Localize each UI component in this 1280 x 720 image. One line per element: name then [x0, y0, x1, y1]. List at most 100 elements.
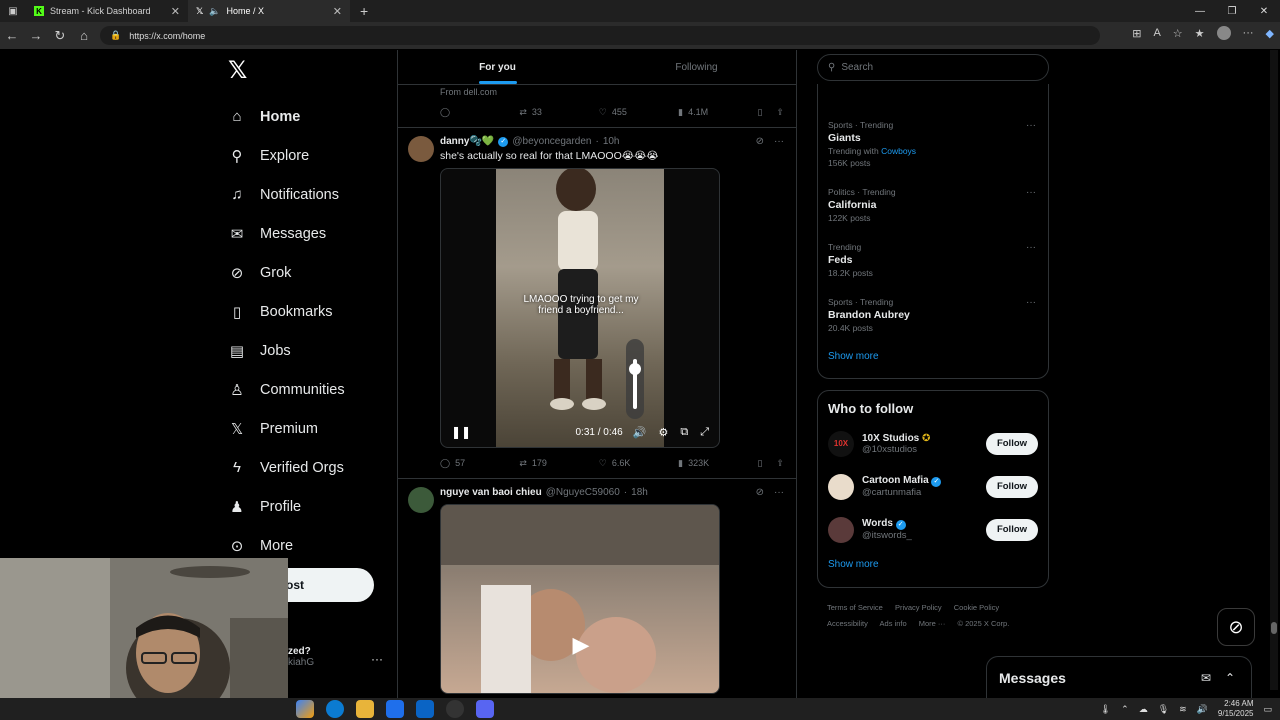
author-name[interactable]: nguye van baoi chieu	[440, 487, 542, 498]
search-box[interactable]: ⚲ Search	[817, 54, 1049, 81]
tab-for-you[interactable]: For you	[398, 50, 597, 84]
avatar[interactable]	[408, 136, 434, 162]
video-player[interactable]: LMAOOO trying to get my friend a boyfrie…	[440, 168, 720, 448]
avatar[interactable]	[408, 487, 434, 513]
nav-home[interactable]: ⌂ Home	[222, 97, 392, 136]
browser-profile-icon[interactable]	[1216, 26, 1231, 40]
nav-notifications[interactable]: ♫ Notifications	[222, 175, 392, 214]
nav-profile[interactable]: ♟ Profile	[222, 487, 392, 526]
copilot-icon[interactable]: ◆	[1266, 27, 1274, 40]
messages-drawer[interactable]: Messages ✉ ⌃	[986, 656, 1252, 698]
video-player[interactable]: ▶	[440, 504, 720, 694]
minimize-icon[interactable]: —	[1184, 0, 1216, 22]
views-button[interactable]: ▮ 323K	[678, 458, 757, 469]
settings-more-icon[interactable]: ···	[1243, 27, 1254, 39]
follow-suggestion[interactable]: Cartoon Mafia ✓ @cartunmafia Follow	[818, 465, 1048, 508]
author-handle[interactable]: @NguyeC59060	[546, 487, 620, 498]
trend-item[interactable]: Trending Feds 18.2K posts ···	[818, 242, 1048, 297]
retweet-button[interactable]: ⇄ 33	[519, 107, 598, 118]
nav-communities[interactable]: ♙ Communities	[222, 370, 392, 409]
play-icon[interactable]: ▶	[566, 630, 596, 660]
volume-slider[interactable]	[626, 339, 644, 419]
wifi-icon[interactable]: ≋	[1179, 704, 1187, 715]
more-icon[interactable]: ···	[1026, 120, 1036, 131]
apps-icon[interactable]: ⊞	[1132, 27, 1141, 40]
tray-chevron-icon[interactable]: ⌃	[1121, 704, 1129, 715]
close-tab-icon[interactable]: ✕	[333, 5, 342, 18]
onedrive-icon[interactable]: ☁	[1139, 704, 1148, 715]
author-handle[interactable]: @beyoncegarden	[512, 136, 591, 147]
account-switcher[interactable]: zed? kiahG	[288, 646, 314, 668]
nav-messages[interactable]: ✉ Messages	[222, 214, 392, 253]
browser-tab-x[interactable]: 𝕏 🔈 Home / X ✕	[188, 0, 350, 22]
scrollbar-thumb[interactable]	[1271, 622, 1277, 634]
like-button[interactable]: ♡ 6.6K	[599, 458, 678, 469]
grok-icon[interactable]: ⊘	[756, 136, 764, 147]
restore-icon[interactable]: ❐	[1216, 0, 1248, 22]
grok-icon[interactable]: ⊘	[756, 487, 764, 498]
expand-icon[interactable]: ⌃	[1225, 671, 1235, 685]
refresh-icon[interactable]: ↻	[48, 28, 72, 44]
reply-button[interactable]: ◯	[440, 107, 519, 118]
read-aloud-icon[interactable]: A	[1153, 27, 1160, 39]
settings-icon[interactable]: ⚙	[658, 426, 668, 439]
tweet[interactable]: nguye van baoi chieu @NguyeC59060 · 18h …	[398, 478, 796, 694]
nav-grok[interactable]: ⊘ Grok	[222, 253, 392, 292]
account-more-icon[interactable]: ···	[371, 652, 383, 666]
trend-item[interactable]: Politics · Trending California 122K post…	[818, 187, 1048, 242]
forward-icon[interactable]: →	[24, 28, 48, 43]
system-clock[interactable]: 2:46 AM 9/15/2025	[1218, 699, 1254, 719]
trend-sub-link[interactable]: Cowboys	[881, 146, 916, 156]
copilot-app-icon[interactable]	[296, 700, 314, 718]
trend-item[interactable]: Sports · Trending Giants Trending with C…	[818, 120, 1048, 187]
tab-actions-icon[interactable]: ▣	[0, 6, 26, 17]
reply-button[interactable]: ◯ 57	[440, 458, 519, 469]
retweet-button[interactable]: ⇄ 179	[519, 458, 598, 469]
avatar[interactable]	[828, 516, 854, 543]
avatar[interactable]: 10X	[828, 430, 854, 457]
browser-tab-kick[interactable]: K Stream - Kick Dashboard ✕	[26, 0, 188, 22]
microphone-icon[interactable]: 🎙	[1158, 704, 1169, 715]
avatar[interactable]	[828, 473, 854, 500]
notifications-icon[interactable]: ▭	[1263, 704, 1272, 715]
more-icon[interactable]: ···	[1026, 297, 1036, 308]
more-icon[interactable]: ···	[774, 136, 784, 147]
nav-bookmarks[interactable]: ▯ Bookmarks	[222, 292, 392, 331]
file-explorer-icon[interactable]	[356, 700, 374, 718]
who-to-follow-show-more-link[interactable]: Show more	[818, 559, 1048, 570]
grok-fab-button[interactable]: ⊘	[1217, 608, 1255, 646]
nav-verified-orgs[interactable]: ϟ Verified Orgs	[222, 448, 392, 487]
volume-icon[interactable]: 🔊	[1197, 704, 1208, 715]
footer-link[interactable]: Cookie Policy	[954, 603, 999, 612]
share-icon[interactable]: ⇪	[776, 458, 784, 469]
pip-icon[interactable]: ⧉	[680, 426, 688, 439]
footer-link[interactable]: More ···	[919, 619, 946, 628]
nav-jobs[interactable]: ▤ Jobs	[222, 331, 392, 370]
bookmark-icon[interactable]: ▯	[758, 458, 763, 469]
follow-button[interactable]: Follow	[986, 432, 1038, 455]
nav-explore[interactable]: ⚲ Explore	[222, 136, 392, 175]
temperature-icon[interactable]: 🌡	[1100, 704, 1111, 715]
follow-suggestion[interactable]: 10X 10X Studios ✪ @10xstudios Follow	[818, 422, 1048, 465]
favorites-list-icon[interactable]: ★	[1195, 27, 1205, 40]
pause-icon[interactable]: ❚❚	[451, 425, 471, 439]
footer-link[interactable]: Accessibility	[827, 619, 868, 628]
share-icon[interactable]: ⇪	[776, 107, 784, 118]
trend-item[interactable]: Sports · Trending Brandon Aubrey 20.4K p…	[818, 297, 1048, 347]
nav-premium[interactable]: 𝕏 Premium	[222, 409, 392, 448]
outlook-app-icon[interactable]	[416, 700, 434, 718]
follow-button[interactable]: Follow	[986, 475, 1038, 498]
tweet-time[interactable]: 18h	[631, 487, 648, 498]
close-tab-icon[interactable]: ✕	[171, 5, 180, 18]
more-icon[interactable]: ···	[774, 487, 784, 498]
tweet[interactable]: danny🫧💚 ✓ @beyoncegarden · 10h ⊘ ··· she…	[398, 127, 796, 478]
footer-link[interactable]: Terms of Service	[827, 603, 883, 612]
tweet-time[interactable]: 10h	[603, 136, 620, 147]
tab-following[interactable]: Following	[597, 50, 796, 84]
new-tab-button[interactable]: +	[360, 3, 368, 19]
views-button[interactable]: ▮ 4.1M	[678, 107, 757, 118]
url-field[interactable]: 🔒 https://x.com/home	[100, 26, 1100, 45]
home-browser-icon[interactable]: ⌂	[72, 28, 96, 43]
follow-suggestion[interactable]: Words ✓ @itswords_ Follow	[818, 508, 1048, 551]
volume-icon[interactable]: 🔊	[633, 426, 647, 439]
